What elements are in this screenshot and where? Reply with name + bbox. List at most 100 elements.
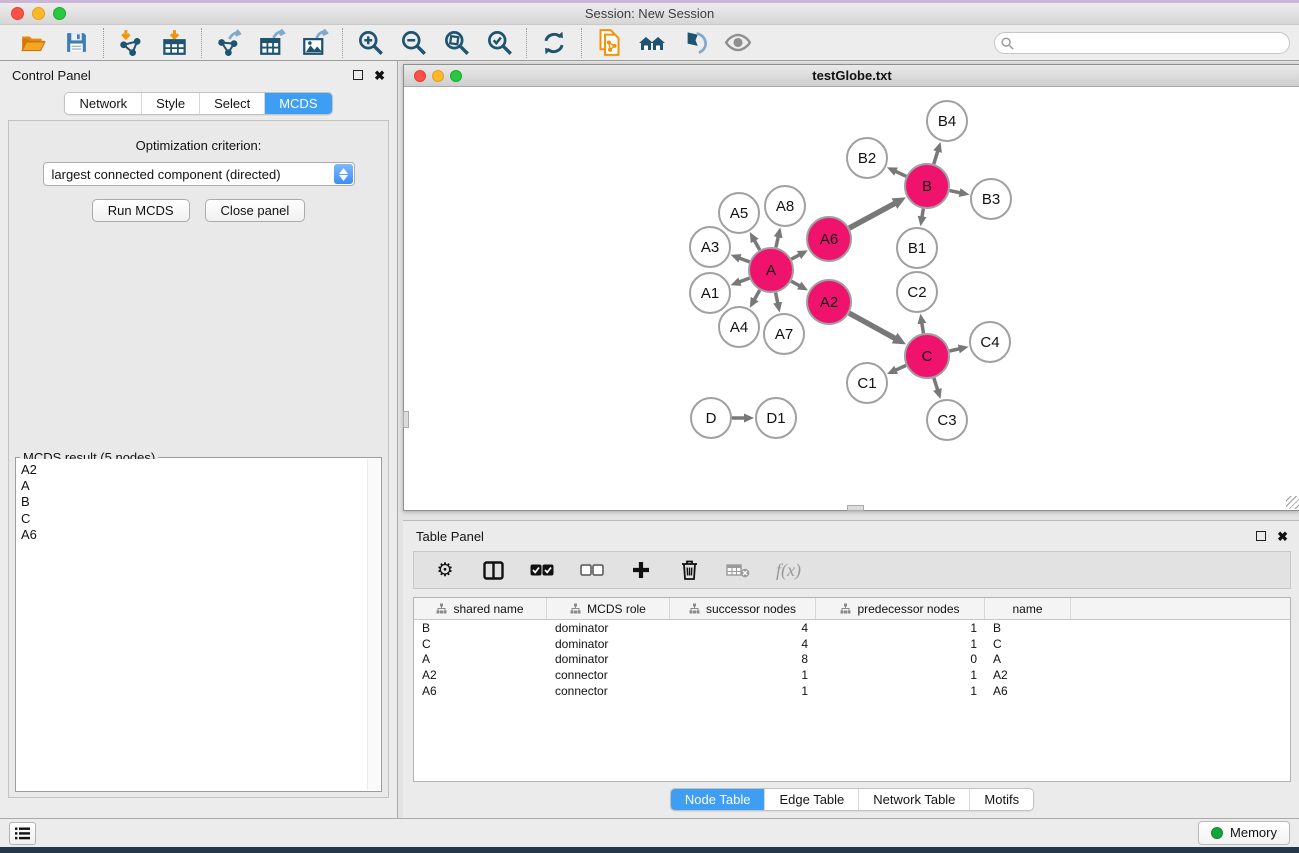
- table-row[interactable]: A6connector11A6: [414, 683, 1290, 699]
- mcds-result-scrollbar[interactable]: [367, 459, 380, 790]
- mcds-result-item[interactable]: A2: [21, 462, 380, 478]
- table-row[interactable]: Adominator80A: [414, 652, 1290, 668]
- control-panel-title: Control Panel: [12, 68, 91, 83]
- tab-motifs[interactable]: Motifs: [969, 789, 1033, 810]
- table-cell: dominator: [547, 637, 670, 651]
- new-network-from-selection-icon[interactable]: [595, 29, 623, 57]
- window-resize-grip[interactable]: [1286, 496, 1299, 509]
- tab-edge-table[interactable]: Edge Table: [764, 789, 858, 810]
- network-canvas[interactable]: B4B2BB3A8A5A6A3B1AC2A1A2A4A7C4CC1C3DD1: [404, 88, 1299, 510]
- delete-columns-icon[interactable]: [678, 558, 700, 582]
- tab-mcds[interactable]: MCDS: [264, 93, 331, 114]
- zoom-in-icon[interactable]: [356, 29, 384, 57]
- tab-node-table[interactable]: Node Table: [671, 789, 765, 810]
- import-table-icon[interactable]: [160, 29, 188, 57]
- tab-select[interactable]: Select: [199, 93, 264, 114]
- mcds-result-item[interactable]: B: [21, 494, 380, 510]
- tab-style[interactable]: Style: [141, 93, 199, 114]
- zoom-selected-icon[interactable]: [485, 29, 513, 57]
- network-view-window: testGlobe.txt B4B2BB3A8A5A6A3B1AC2A1A2A4…: [403, 64, 1299, 511]
- graph-node-label: A7: [775, 326, 793, 343]
- graph-edge-arrowhead: [933, 388, 942, 399]
- optimization-criterion-select[interactable]: largest connected component (directed): [43, 162, 355, 186]
- select-all-checkboxes-icon[interactable]: [530, 558, 554, 582]
- float-panel-icon[interactable]: [353, 70, 363, 80]
- table-panel-title: Table Panel: [416, 529, 484, 544]
- canvas-bottom-handle[interactable]: [847, 505, 864, 511]
- graph-edge-B-B4[interactable]: [934, 150, 938, 164]
- control-panel: Control Panel ✖ Network Style Select MCD…: [0, 61, 398, 818]
- import-network-icon[interactable]: [117, 29, 145, 57]
- network-window-title: testGlobe.txt: [404, 68, 1299, 83]
- settings-gear-icon[interactable]: ⚙: [434, 558, 456, 582]
- table-panel: Table Panel ✖ ⚙: [403, 520, 1299, 818]
- save-session-icon[interactable]: [62, 29, 90, 57]
- memory-label: Memory: [1230, 825, 1277, 840]
- table-row[interactable]: Bdominator41B: [414, 620, 1290, 636]
- show-all-eye-icon[interactable]: [724, 29, 752, 57]
- graph-edge-arrowhead: [958, 345, 969, 354]
- memory-button[interactable]: Memory: [1198, 821, 1290, 845]
- search-input[interactable]: [994, 32, 1290, 54]
- column-header-MCDS-role[interactable]: MCDS role: [547, 598, 670, 619]
- network-window-titlebar[interactable]: testGlobe.txt: [404, 65, 1299, 87]
- table-cell: 8: [670, 652, 816, 666]
- delete-table-icon[interactable]: [726, 558, 750, 582]
- canvas-left-handle[interactable]: [403, 411, 409, 428]
- tab-network-table[interactable]: Network Table: [858, 789, 969, 810]
- graph-edge-A2-C[interactable]: [849, 313, 896, 339]
- close-table-panel-icon[interactable]: ✖: [1277, 530, 1288, 543]
- close-panel-button[interactable]: Close panel: [205, 199, 306, 222]
- mcds-result-list[interactable]: A2ABCA6: [17, 459, 380, 790]
- open-session-icon[interactable]: [19, 29, 47, 57]
- zoom-fit-icon[interactable]: [442, 29, 470, 57]
- graph-edge-arrowhead: [731, 277, 742, 285]
- graph-node-label: B2: [858, 150, 876, 167]
- export-table-icon[interactable]: [258, 29, 286, 57]
- column-header-name[interactable]: name: [985, 598, 1071, 619]
- export-image-icon[interactable]: [301, 29, 329, 57]
- control-panel-tabs: Network Style Select MCDS: [0, 92, 397, 115]
- unselect-all-checkboxes-icon[interactable]: [580, 558, 604, 582]
- main-toolbar: [0, 25, 1299, 61]
- show-columns-icon[interactable]: [482, 558, 504, 582]
- table-body: Bdominator41BCdominator41CAdominator80AA…: [414, 620, 1290, 699]
- table-cell: connector: [547, 668, 670, 682]
- table-row[interactable]: A2connector11A2: [414, 667, 1290, 683]
- add-column-icon[interactable]: [630, 558, 652, 582]
- table-row[interactable]: Cdominator41C: [414, 636, 1290, 652]
- tab-network[interactable]: Network: [65, 93, 141, 114]
- refresh-layout-icon[interactable]: [540, 29, 568, 57]
- graph-node-label: B1: [908, 240, 926, 257]
- close-panel-icon[interactable]: ✖: [374, 69, 385, 82]
- graph-node-label: C1: [857, 375, 876, 392]
- graph-node-label: A4: [730, 319, 748, 336]
- graph-node-label: D: [706, 410, 717, 427]
- zoom-out-icon[interactable]: [399, 29, 427, 57]
- mcds-result-item[interactable]: C: [21, 511, 380, 527]
- graph-node-label: D1: [766, 410, 785, 427]
- graph-edge-arrowhead: [918, 216, 927, 227]
- graph-edge-A6-B[interactable]: [849, 203, 896, 228]
- graph-node-label: A3: [701, 239, 719, 256]
- mcds-result-item[interactable]: A6: [21, 527, 380, 543]
- mcds-result-item[interactable]: A: [21, 478, 380, 494]
- column-tree-icon: [436, 603, 447, 614]
- graph-edge-C-C3[interactable]: [934, 378, 938, 391]
- table-cell: B: [414, 621, 547, 635]
- column-tree-icon: [840, 603, 851, 614]
- run-mcds-button[interactable]: Run MCDS: [92, 199, 190, 222]
- graph-edge-arrowhead: [773, 302, 782, 313]
- hide-selected-icon[interactable]: [681, 29, 709, 57]
- home-first-neighbors-icon[interactable]: [638, 29, 666, 57]
- float-table-panel-icon[interactable]: [1256, 531, 1266, 541]
- column-header-shared-name[interactable]: shared name: [414, 598, 547, 619]
- column-header-predecessor-nodes[interactable]: predecessor nodes: [816, 598, 985, 619]
- task-history-button[interactable]: [9, 822, 36, 845]
- export-network-icon[interactable]: [215, 29, 243, 57]
- graph-node-label: A: [766, 262, 776, 279]
- graph-node-label: A5: [730, 205, 748, 222]
- column-header-successor-nodes[interactable]: successor nodes: [670, 598, 816, 619]
- search-icon: [1001, 37, 1014, 50]
- column-header-label: name: [1012, 602, 1042, 616]
